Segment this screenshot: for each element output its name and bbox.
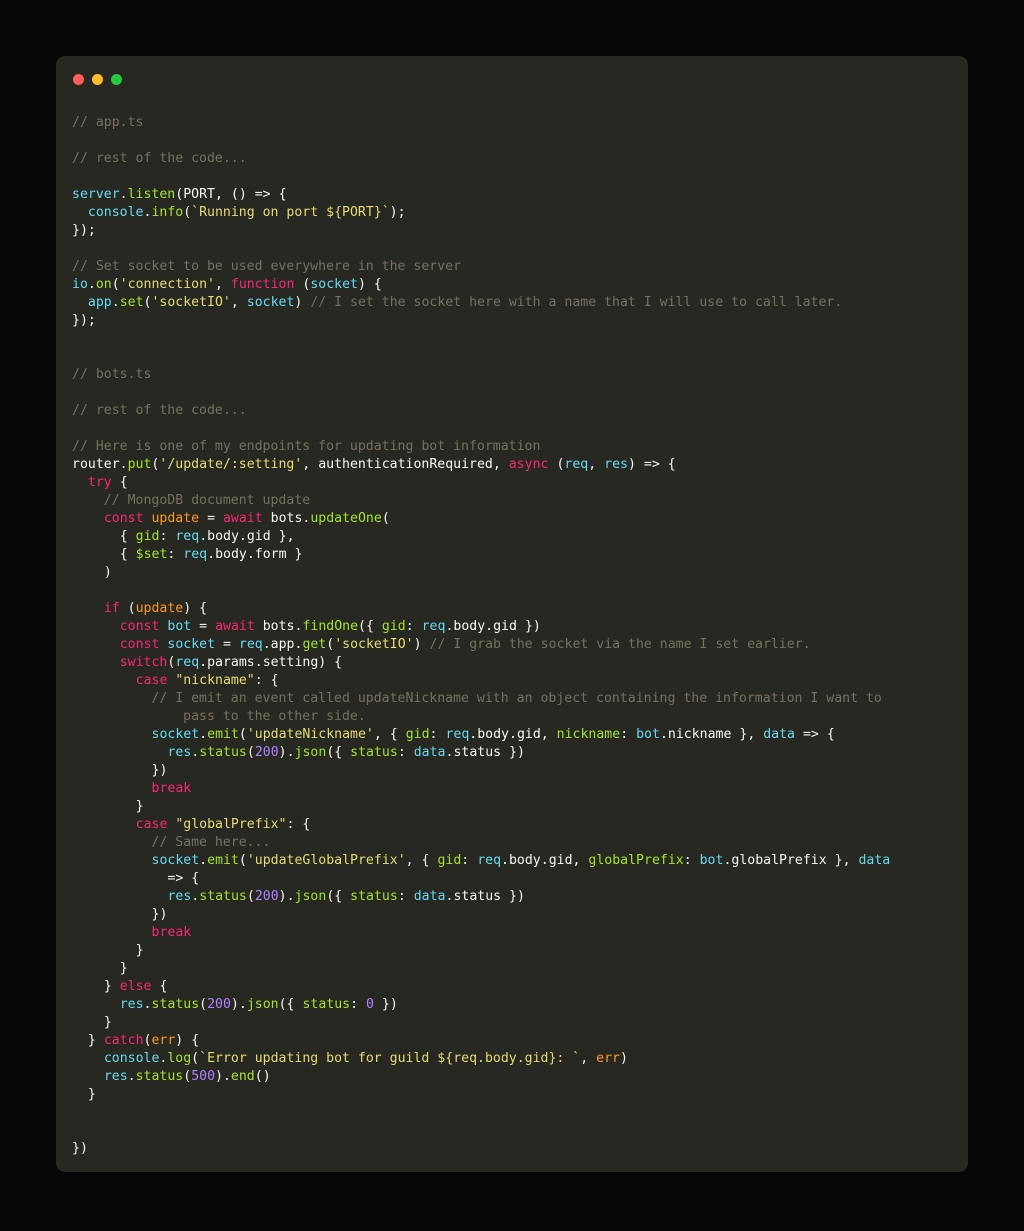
code-line: io.on('connection', function (socket) { xyxy=(72,277,382,292)
code-line: // I emit an event called updateNickname… xyxy=(151,691,882,706)
code-line: }) xyxy=(151,907,168,922)
code-line: } xyxy=(103,1015,112,1030)
code-line: } xyxy=(119,961,128,976)
code-line: socket.emit('updateGlobalPrefix', { gid:… xyxy=(151,853,891,868)
code-line: // Set socket to be used everywhere in t… xyxy=(72,259,462,274)
code-line: // bots.ts xyxy=(72,367,152,382)
code-line: case "nickname": { xyxy=(135,673,279,688)
code-line: } else { xyxy=(103,979,168,994)
code-line: try { xyxy=(87,475,128,490)
code-window: // app.ts // rest of the code... server.li… xyxy=(56,56,968,1172)
code-line: } xyxy=(87,1087,96,1102)
window-titlebar xyxy=(56,56,968,102)
code-line: case "globalPrefix": { xyxy=(135,817,311,832)
code-line: break xyxy=(151,781,192,796)
code-line: router.put('/update/:setting', authentic… xyxy=(72,457,676,472)
code-line: // rest of the code... xyxy=(72,151,247,166)
code-line: { gid: req.body.gid }, xyxy=(119,529,295,544)
code-line: // Same here... xyxy=(151,835,271,850)
code-line: break xyxy=(151,925,192,940)
code-line: }) xyxy=(151,763,168,778)
minimize-icon[interactable] xyxy=(92,73,103,85)
code-line: { $set: req.body.form } xyxy=(119,547,303,562)
code-block[interactable]: // app.ts // rest of the code... server.li… xyxy=(72,114,948,1158)
code-line: const update = await bots.updateOne( xyxy=(103,511,390,526)
code-line: } xyxy=(135,799,144,814)
code-line: // MongoDB document update xyxy=(103,493,311,508)
code-line: switch(req.params.setting) { xyxy=(119,655,343,670)
code-line: console.log(`Error updating bot for guil… xyxy=(103,1051,628,1066)
code-line: } xyxy=(135,943,144,958)
code-line: }) xyxy=(72,1141,88,1156)
code-line: } catch(err) { xyxy=(87,1033,200,1048)
code-line: const socket = req.app.get('socketIO') /… xyxy=(119,637,811,652)
code-line: res.status(200).json({ status: data.stat… xyxy=(167,889,525,904)
code-line: app.set('socketIO', socket) // I set the… xyxy=(87,295,843,310)
code-line: }); xyxy=(72,313,96,328)
code-line: res.status(500).end() xyxy=(103,1069,271,1084)
code-line: res.status(200).json({ status: 0 }) xyxy=(119,997,398,1012)
close-icon[interactable] xyxy=(73,73,84,85)
code-line: socket.emit('updateNickname', { gid: req… xyxy=(151,727,835,742)
code-line: // app.ts xyxy=(72,115,144,130)
code-line: pass to the other side. xyxy=(183,709,366,724)
code-line: res.status(200).json({ status: data.stat… xyxy=(167,745,525,760)
code-line: => { xyxy=(167,871,200,886)
code-body: // app.ts // rest of the code... server.li… xyxy=(56,102,968,1158)
code-line: ) xyxy=(103,565,112,580)
code-line: server.listen(PORT, () => { xyxy=(72,187,287,202)
code-line: const bot = await bots.findOne({ gid: re… xyxy=(119,619,541,634)
code-line: if (update) { xyxy=(103,601,208,616)
code-line: }); xyxy=(72,223,96,238)
code-line: // Here is one of my endpoints for updat… xyxy=(72,439,541,454)
code-line: console.info(`Running on port ${PORT}`); xyxy=(87,205,406,220)
maximize-icon[interactable] xyxy=(111,73,122,85)
page-root: // app.ts // rest of the code... server.li… xyxy=(0,0,1024,1231)
code-line: // rest of the code... xyxy=(72,403,247,418)
